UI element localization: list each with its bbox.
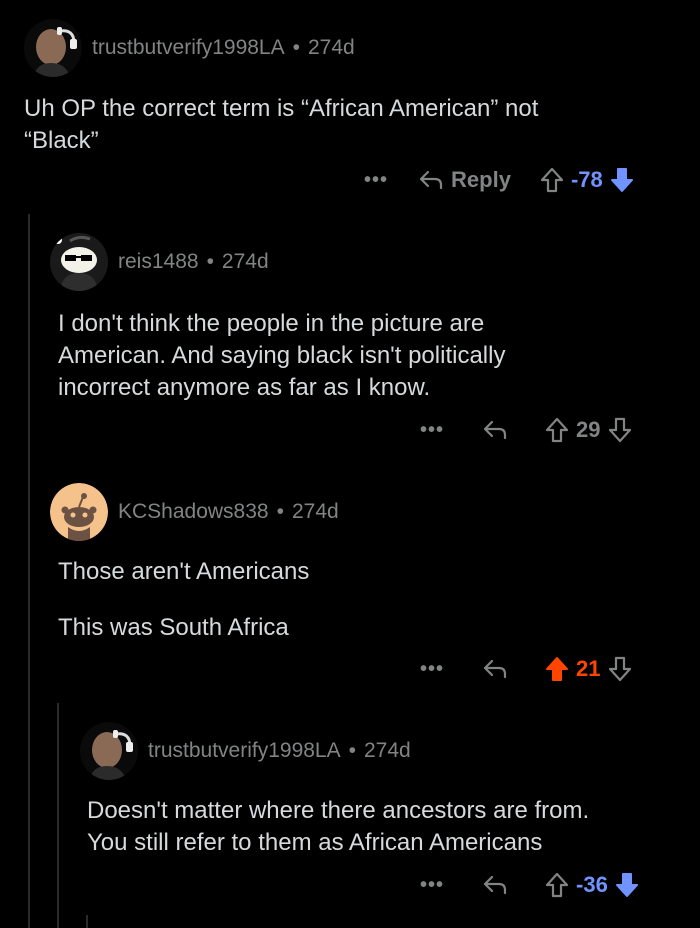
reply-icon (483, 875, 507, 895)
person-headphones-avatar[interactable] (24, 19, 82, 77)
comment-line: “Black” (24, 127, 99, 154)
comment-line: American. And saying black isn't politic… (58, 342, 506, 369)
separator-dot: • (292, 36, 300, 59)
downvote-icon[interactable] (609, 166, 635, 194)
comment-header: KCShadows838 • 274d (50, 482, 670, 542)
username[interactable]: trustbutverify1998LA (92, 36, 285, 60)
reply-icon (419, 170, 443, 190)
vote-controls: -36 (544, 871, 640, 899)
comment-actions: ••• 29 (420, 416, 633, 444)
comment-body: I don't think the people in the picture … (58, 308, 670, 404)
more-options-button[interactable]: ••• (364, 169, 388, 192)
comment-meta: reis1488 • 274d (118, 250, 269, 274)
reply-label: Reply (451, 167, 511, 192)
comment-actions: ••• Reply -78 (364, 166, 635, 194)
comment-body: Uh OP the correct term is “African Ameri… (24, 93, 684, 157)
reply-button[interactable] (482, 874, 508, 896)
vote-score: 29 (576, 417, 601, 442)
vote-controls: -78 (539, 166, 635, 194)
username[interactable]: KCShadows838 (118, 500, 269, 524)
username[interactable]: reis1488 (118, 250, 199, 274)
more-options-button[interactable]: ••• (420, 419, 444, 442)
upvote-icon[interactable] (544, 655, 570, 683)
comment-line: This was South Africa (58, 614, 289, 641)
username[interactable]: trustbutverify1998LA (148, 739, 341, 763)
comment-header: trustbutverify1998LA • 274d (80, 721, 680, 781)
comment-line: Those aren't Americans (58, 558, 310, 585)
comment-line: I don't think the people in the picture … (58, 310, 485, 337)
comment-meta: trustbutverify1998LA • 274d (92, 36, 355, 60)
separator-dot: • (348, 739, 356, 762)
comment-actions: ••• 21 (420, 655, 633, 683)
comment-body: Those aren't Americans This was South Af… (58, 556, 670, 644)
comment-actions: ••• -36 (420, 871, 640, 899)
comment: trustbutverify1998LA • 274d Uh OP the co… (24, 18, 684, 157)
separator-dot: • (276, 500, 284, 523)
reply-button[interactable]: Reply (418, 167, 511, 193)
reply-icon (483, 659, 507, 679)
comment-age: 274d (291, 500, 339, 523)
comment-line: Uh OP the correct term is “African Ameri… (24, 95, 539, 122)
vote-controls: 21 (544, 655, 632, 683)
reply-button[interactable] (482, 658, 508, 680)
separator-dot: • (206, 250, 214, 273)
reply-button[interactable] (482, 419, 508, 441)
comment-body: Doesn't matter where there ancestors are… (87, 795, 680, 859)
comment: trustbutverify1998LA • 274d Doesn't matt… (80, 721, 680, 859)
vote-score: 21 (576, 656, 601, 681)
reply-icon (483, 420, 507, 440)
thread-line-level-2[interactable] (57, 703, 59, 928)
upvote-icon[interactable] (544, 416, 570, 444)
comment-meta: trustbutverify1998LA • 274d (148, 739, 411, 763)
person-headphones-avatar[interactable] (80, 722, 138, 780)
comment-age: 274d (221, 250, 269, 273)
more-options-button[interactable]: ••• (420, 658, 444, 681)
sunglasses-snoo-avatar[interactable] (50, 233, 108, 291)
comment-meta: KCShadows838 • 274d (118, 500, 339, 524)
vote-controls: 29 (544, 416, 632, 444)
more-options-button[interactable]: ••• (420, 874, 444, 897)
downvote-icon[interactable] (614, 871, 640, 899)
upvote-icon[interactable] (539, 166, 565, 194)
upvote-icon[interactable] (544, 871, 570, 899)
comment: KCShadows838 • 274d Those aren't America… (50, 482, 670, 644)
default-snoo-avatar[interactable] (50, 483, 108, 541)
downvote-icon[interactable] (607, 655, 633, 683)
comment-line: Doesn't matter where there ancestors are… (87, 797, 590, 824)
comment-age: 274d (307, 36, 355, 59)
thread-line-level-3[interactable] (86, 915, 88, 928)
comment-age: 274d (363, 739, 411, 762)
vote-score: -78 (570, 167, 603, 192)
comment: reis1488 • 274d I don't think the people… (50, 232, 670, 404)
comment-line-blank (58, 588, 670, 612)
comment-line: incorrect anymore as far as I know. (58, 374, 431, 401)
thread-line-level-1[interactable] (28, 214, 30, 928)
comment-header: reis1488 • 274d (50, 232, 670, 292)
downvote-icon[interactable] (607, 416, 633, 444)
vote-score: -36 (576, 872, 608, 897)
comment-line: You still refer to them as African Ameri… (87, 829, 543, 856)
comment-header: trustbutverify1998LA • 274d (24, 18, 684, 78)
